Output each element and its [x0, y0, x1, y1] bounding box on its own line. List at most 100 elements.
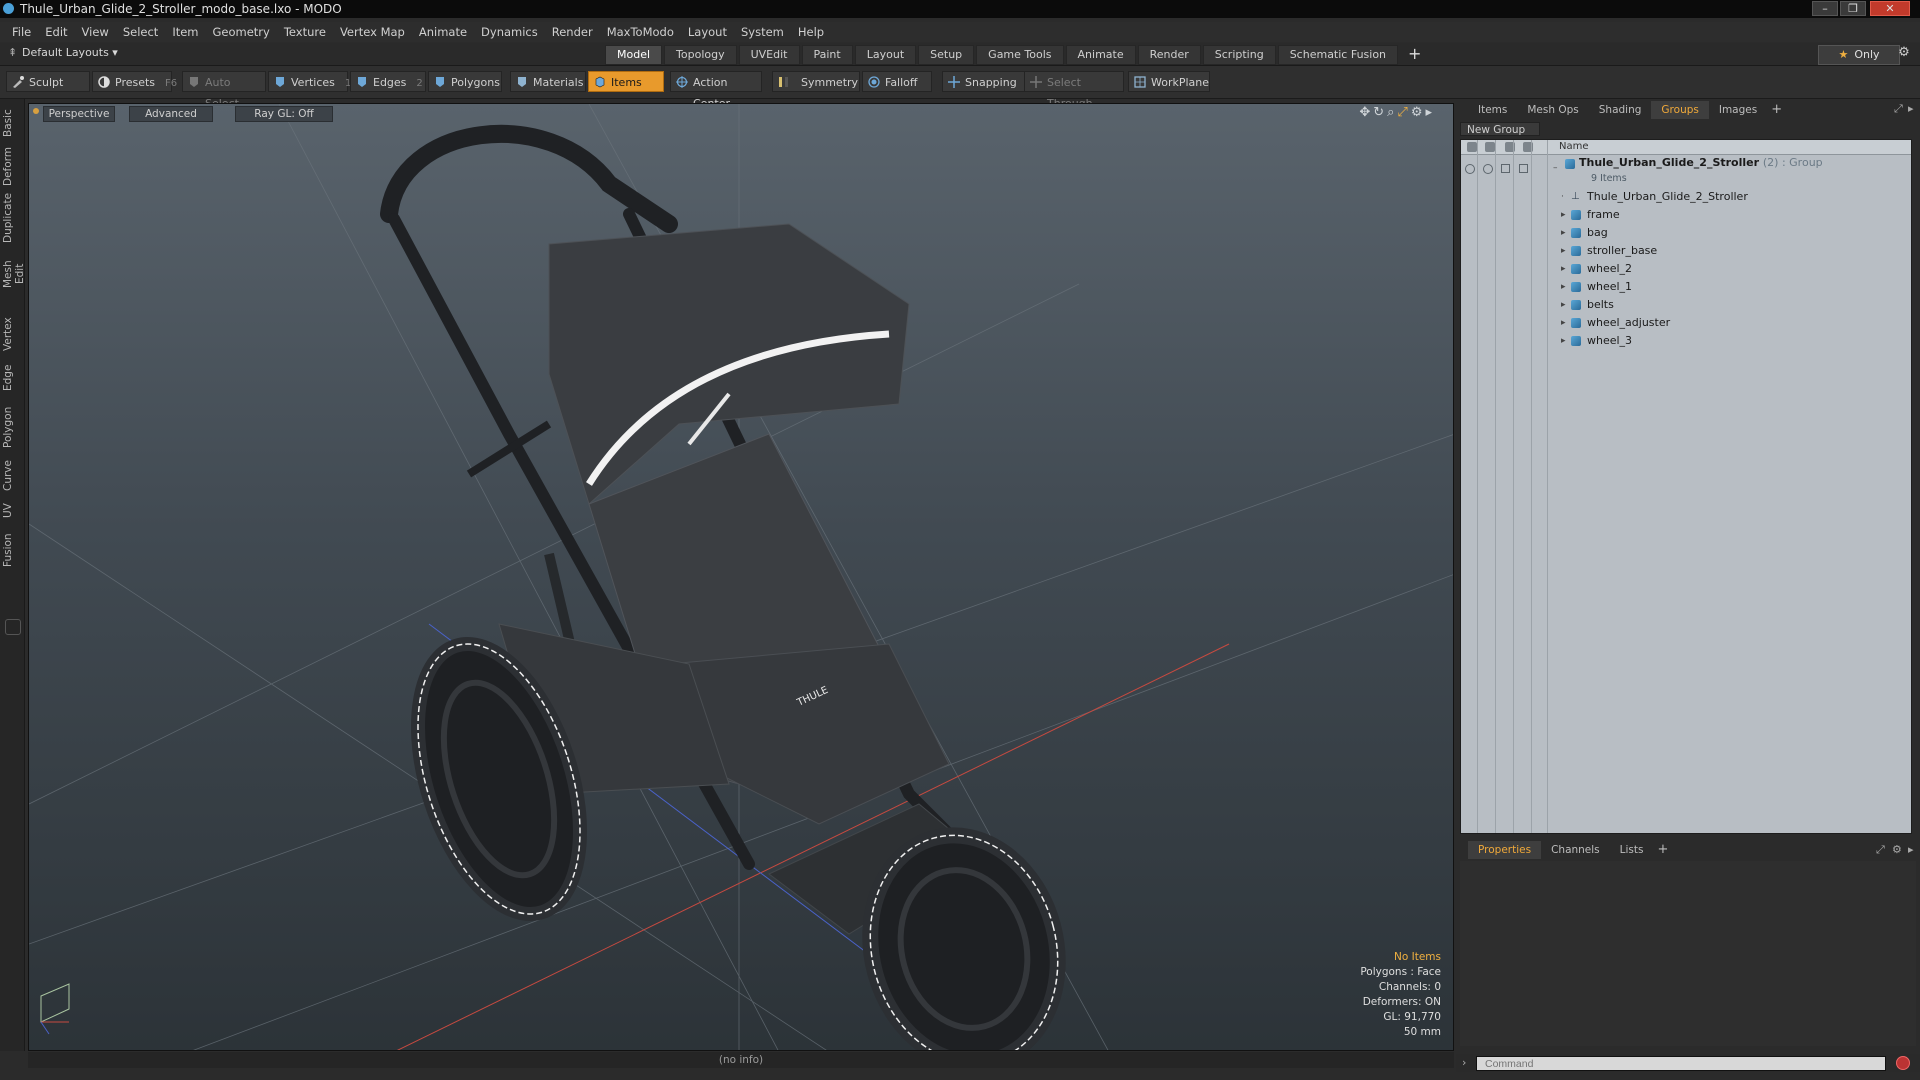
auto-select-button[interactable]: Auto Select: [182, 71, 266, 110]
vtab-edge[interactable]: Edge: [2, 363, 22, 393]
list-item[interactable]: ▸ wheel_2: [1461, 260, 1911, 278]
action-center-button[interactable]: Action Center: [670, 71, 762, 110]
add-panel-tab-button[interactable]: +: [1767, 101, 1786, 119]
menu-vertex-map[interactable]: Vertex Map: [333, 22, 412, 42]
vtab-mesh-edit[interactable]: Mesh Edit: [2, 249, 26, 299]
list-item[interactable]: ▸ belts: [1461, 296, 1911, 314]
render-column-icon[interactable]: [1485, 142, 1495, 152]
layout-selector[interactable]: ⇞ Default Layouts ▾: [8, 46, 118, 59]
edges-mode-button[interactable]: Edges 2: [350, 71, 426, 92]
menu-help[interactable]: Help: [791, 22, 831, 42]
materials-mode-button[interactable]: Materials: [510, 71, 586, 92]
presets-button[interactable]: Presets F6: [92, 71, 177, 92]
tab-scripting[interactable]: Scripting: [1202, 45, 1276, 65]
viewport-gear-icon[interactable]: ⚙: [1411, 105, 1426, 120]
menu-texture[interactable]: Texture: [277, 22, 333, 42]
list-item[interactable]: · ⊥ Thule_Urban_Glide_2_Stroller: [1461, 188, 1911, 206]
palette-toggle-icon[interactable]: [5, 619, 21, 635]
properties-gear-icon[interactable]: ⚙: [1892, 843, 1902, 856]
group-row[interactable]: – Thule_Urban_Glide_2_Stroller (2) : Gro…: [1461, 156, 1911, 186]
list-item[interactable]: ▸ wheel_adjuster: [1461, 314, 1911, 332]
list-item[interactable]: ▸ frame: [1461, 206, 1911, 224]
menu-system[interactable]: System: [734, 22, 791, 42]
sculpt-button[interactable]: Sculpt: [6, 71, 90, 92]
tab-channels[interactable]: Channels: [1541, 841, 1610, 859]
name-column-header[interactable]: Name: [1559, 141, 1589, 152]
tab-animate[interactable]: Animate: [1065, 45, 1136, 65]
workplane-button[interactable]: WorkPlane: [1128, 71, 1210, 92]
tab-layout[interactable]: Layout: [854, 45, 917, 65]
expand-arrow-icon[interactable]: ▸: [1561, 296, 1566, 314]
list-item[interactable]: ▸ wheel_1: [1461, 278, 1911, 296]
move-view-icon[interactable]: ✥: [1359, 105, 1373, 120]
tab-model[interactable]: Model: [605, 45, 663, 65]
vtab-basic[interactable]: Basic: [2, 105, 22, 141]
tab-setup[interactable]: Setup: [918, 45, 975, 65]
vtab-polygon[interactable]: Polygon: [2, 405, 22, 449]
tab-images[interactable]: Images: [1709, 101, 1767, 119]
tab-lists[interactable]: Lists: [1610, 841, 1654, 859]
visibility-eye-icon[interactable]: [1465, 164, 1475, 174]
add-tab-button[interactable]: +: [1400, 45, 1429, 63]
menu-item[interactable]: Item: [165, 22, 205, 42]
minimize-button[interactable]: –: [1812, 1, 1838, 16]
visibility-column-icon[interactable]: [1467, 142, 1477, 152]
collapse-arrow-icon[interactable]: –: [1553, 159, 1558, 177]
stop-command-icon[interactable]: [1896, 1056, 1910, 1070]
select-checkbox[interactable]: [1519, 164, 1528, 173]
menu-animate[interactable]: Animate: [412, 22, 474, 42]
expand-arrow-icon[interactable]: ▸: [1561, 314, 1566, 332]
polygons-mode-button[interactable]: Polygons: [428, 71, 502, 92]
vtab-curve[interactable]: Curve: [2, 459, 22, 493]
tab-render[interactable]: Render: [1137, 45, 1201, 65]
fit-view-icon[interactable]: ⤢: [1397, 105, 1410, 120]
list-item[interactable]: ▸ bag: [1461, 224, 1911, 242]
list-item[interactable]: ▸ stroller_base: [1461, 242, 1911, 260]
lock-checkbox[interactable]: [1501, 164, 1510, 173]
vtab-uv[interactable]: UV: [2, 501, 22, 521]
tab-game-tools[interactable]: Game Tools: [976, 45, 1064, 65]
viewport-expand-icon[interactable]: ▸: [1425, 105, 1435, 120]
command-history-arrow-icon[interactable]: ›: [1462, 1056, 1466, 1069]
tab-groups[interactable]: Groups: [1651, 101, 1709, 119]
only-toggle-button[interactable]: ★ Only: [1818, 45, 1900, 65]
tab-uvedit[interactable]: UVEdit: [738, 45, 800, 65]
menu-render[interactable]: Render: [545, 22, 600, 42]
close-button[interactable]: ✕: [1870, 1, 1910, 16]
properties-menu-icon[interactable]: ▸: [1908, 843, 1914, 856]
expand-arrow-icon[interactable]: ▸: [1561, 224, 1566, 242]
select-through-button[interactable]: Select Through: [1024, 71, 1124, 110]
vertices-mode-button[interactable]: Vertices 1: [268, 71, 351, 92]
new-group-button[interactable]: New Group: [1460, 122, 1540, 136]
vtab-vertex[interactable]: Vertex: [2, 315, 22, 353]
rotate-view-icon[interactable]: ↻: [1373, 105, 1387, 120]
add-properties-tab-button[interactable]: +: [1653, 841, 1672, 859]
expand-arrow-icon[interactable]: ▸: [1561, 206, 1566, 224]
shading-mode-dropdown[interactable]: Advanced: [129, 106, 213, 122]
gear-icon[interactable]: ⚙: [1894, 45, 1914, 63]
tab-items[interactable]: Items: [1468, 101, 1517, 119]
menu-edit[interactable]: Edit: [38, 22, 74, 42]
menu-file[interactable]: File: [0, 22, 38, 42]
menu-view[interactable]: View: [75, 22, 116, 42]
falloff-button[interactable]: Falloff: [862, 71, 932, 92]
items-mode-button[interactable]: Items: [588, 71, 664, 92]
expand-arrow-icon[interactable]: ▸: [1561, 242, 1566, 260]
symmetry-button[interactable]: Symmetry: [772, 71, 860, 92]
vtab-duplicate[interactable]: Duplicate: [2, 193, 22, 243]
tab-topology[interactable]: Topology: [664, 45, 737, 65]
command-input[interactable]: [1476, 1056, 1886, 1071]
menu-dynamics[interactable]: Dynamics: [474, 22, 545, 42]
raygl-toggle[interactable]: Ray GL: Off: [235, 106, 333, 122]
tab-properties[interactable]: Properties: [1468, 841, 1542, 859]
panel-expand-icon[interactable]: ⤢: [1894, 102, 1903, 116]
tab-schematic-fusion[interactable]: Schematic Fusion: [1277, 45, 1399, 65]
menu-geometry[interactable]: Geometry: [206, 22, 277, 42]
view-type-dropdown[interactable]: Perspective: [43, 106, 115, 122]
expand-arrow-icon[interactable]: ▸: [1561, 260, 1566, 278]
expand-arrow-icon[interactable]: ▸: [1561, 332, 1566, 350]
viewport-menu-dot-icon[interactable]: [33, 108, 39, 114]
tab-paint[interactable]: Paint: [801, 45, 853, 65]
properties-expand-icon[interactable]: ⤢: [1876, 843, 1885, 857]
tab-mesh-ops[interactable]: Mesh Ops: [1517, 101, 1588, 119]
